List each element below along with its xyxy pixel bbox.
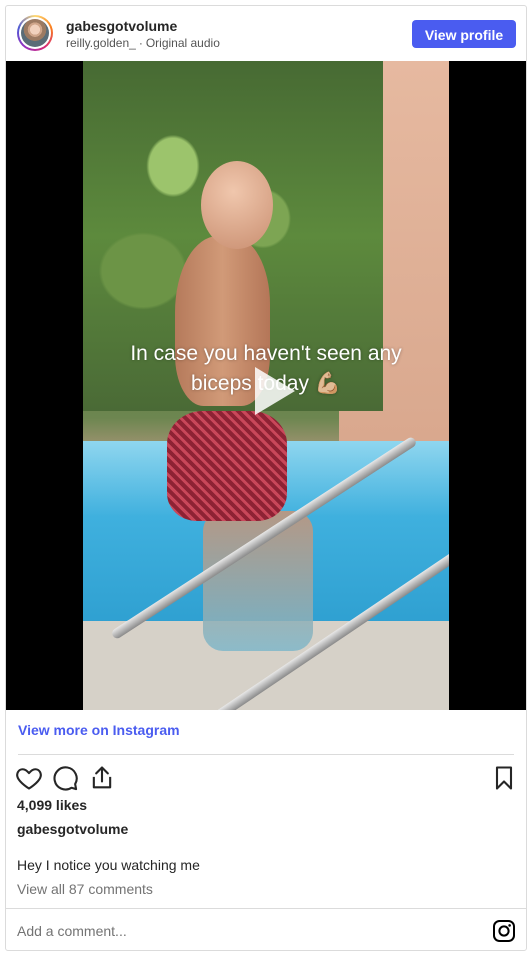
divider [6,908,526,909]
share-icon[interactable] [88,764,116,792]
video-scene-legs [203,511,313,651]
audio-info: reilly.golden_ · Original audio [66,36,220,50]
audio-label[interactable]: Original audio [146,36,220,50]
heart-icon[interactable] [15,764,43,792]
play-icon[interactable] [241,361,301,421]
post-caption: Hey I notice you watching me [17,857,200,873]
username-link[interactable]: gabesgotvolume [66,18,177,34]
post-header: gabesgotvolume reilly.golden_ · Original a… [6,6,526,61]
video-scene-head [201,161,273,249]
avatar-ring-gap [19,17,51,49]
like-count[interactable]: 4,099 likes [17,797,87,813]
video-player[interactable]: In case you haven't seen any biceps toda… [6,61,526,710]
view-all-comments-link[interactable]: View all 87 comments [17,881,153,897]
comment-bubble-icon[interactable] [51,764,79,792]
instagram-icon[interactable] [492,919,516,943]
view-more-on-instagram-link[interactable]: View more on Instagram [18,722,180,738]
audio-owner-link[interactable]: reilly.golden_ [66,36,136,50]
avatar-photo [21,19,49,47]
poster-username[interactable]: gabesgotvolume [17,821,128,837]
divider [18,754,514,755]
instagram-embed-card: gabesgotvolume reilly.golden_ · Original a… [5,5,527,951]
bookmark-icon[interactable] [490,764,518,792]
video-scene-shorts [167,411,287,521]
view-profile-button[interactable]: View profile [412,20,516,48]
video-frame[interactable]: In case you haven't seen any biceps toda… [83,61,449,710]
profile-avatar[interactable] [17,15,53,51]
action-bar [6,764,526,796]
audio-separator: · [138,36,143,50]
add-comment-input[interactable] [17,918,457,944]
